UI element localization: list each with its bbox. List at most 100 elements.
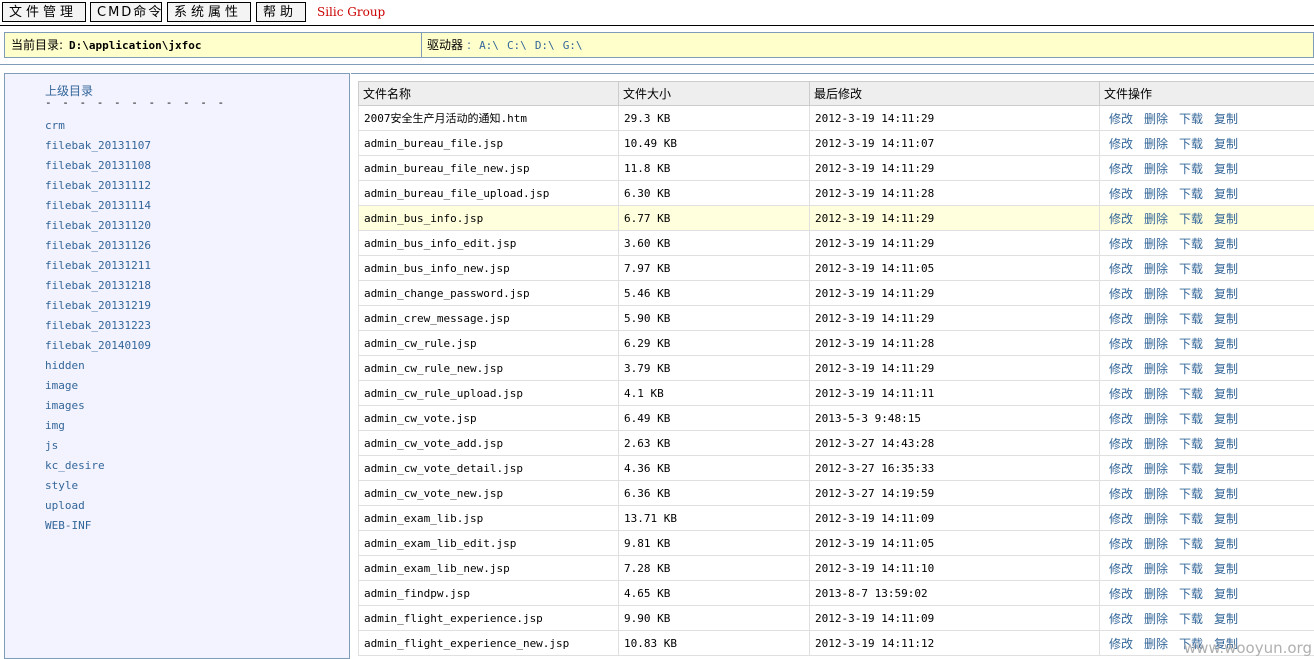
delete-file-link[interactable]: 删除 bbox=[1144, 137, 1168, 151]
edit-file-link[interactable]: 修改 bbox=[1109, 237, 1133, 251]
delete-file-link[interactable]: 删除 bbox=[1144, 412, 1168, 426]
copy-file-link[interactable]: 复制 bbox=[1214, 387, 1238, 401]
download-file-link[interactable]: 下载 bbox=[1179, 112, 1203, 126]
delete-file-link[interactable]: 删除 bbox=[1144, 337, 1168, 351]
delete-file-link[interactable]: 删除 bbox=[1144, 387, 1168, 401]
directory-link[interactable]: images bbox=[45, 396, 151, 416]
copy-file-link[interactable]: 复制 bbox=[1214, 187, 1238, 201]
directory-link[interactable]: filebak_20131218 bbox=[45, 276, 151, 296]
menu-file-manager-button[interactable]: 文件管理 bbox=[2, 2, 86, 22]
directory-link[interactable]: kc_desire bbox=[45, 456, 151, 476]
edit-file-link[interactable]: 修改 bbox=[1109, 112, 1133, 126]
download-file-link[interactable]: 下载 bbox=[1179, 237, 1203, 251]
delete-file-link[interactable]: 删除 bbox=[1144, 562, 1168, 576]
directory-link[interactable]: filebak_20131219 bbox=[45, 296, 151, 316]
download-file-link[interactable]: 下载 bbox=[1179, 212, 1203, 226]
copy-file-link[interactable]: 复制 bbox=[1214, 537, 1238, 551]
edit-file-link[interactable]: 修改 bbox=[1109, 137, 1133, 151]
copy-file-link[interactable]: 复制 bbox=[1214, 437, 1238, 451]
directory-link[interactable]: hidden bbox=[45, 356, 151, 376]
download-file-link[interactable]: 下载 bbox=[1179, 537, 1203, 551]
directory-link[interactable]: filebak_20131120 bbox=[45, 216, 151, 236]
menu-cmd-button[interactable]: CMD命令 bbox=[90, 2, 162, 22]
delete-file-link[interactable]: 删除 bbox=[1144, 587, 1168, 601]
copy-file-link[interactable]: 复制 bbox=[1214, 312, 1238, 326]
copy-file-link[interactable]: 复制 bbox=[1214, 462, 1238, 476]
download-file-link[interactable]: 下载 bbox=[1179, 362, 1203, 376]
directory-link[interactable]: crm bbox=[45, 116, 151, 136]
delete-file-link[interactable]: 删除 bbox=[1144, 612, 1168, 626]
edit-file-link[interactable]: 修改 bbox=[1109, 612, 1133, 626]
delete-file-link[interactable]: 删除 bbox=[1144, 537, 1168, 551]
delete-file-link[interactable]: 删除 bbox=[1144, 162, 1168, 176]
directory-link[interactable]: image bbox=[45, 376, 151, 396]
delete-file-link[interactable]: 删除 bbox=[1144, 287, 1168, 301]
directory-link[interactable]: filebak_20131223 bbox=[45, 316, 151, 336]
directory-link[interactable]: filebak_20140109 bbox=[45, 336, 151, 356]
delete-file-link[interactable]: 删除 bbox=[1144, 462, 1168, 476]
copy-file-link[interactable]: 复制 bbox=[1214, 112, 1238, 126]
edit-file-link[interactable]: 修改 bbox=[1109, 362, 1133, 376]
copy-file-link[interactable]: 复制 bbox=[1214, 412, 1238, 426]
edit-file-link[interactable]: 修改 bbox=[1109, 587, 1133, 601]
download-file-link[interactable]: 下载 bbox=[1179, 412, 1203, 426]
download-file-link[interactable]: 下载 bbox=[1179, 512, 1203, 526]
copy-file-link[interactable]: 复制 bbox=[1214, 612, 1238, 626]
download-file-link[interactable]: 下载 bbox=[1179, 612, 1203, 626]
edit-file-link[interactable]: 修改 bbox=[1109, 462, 1133, 476]
download-file-link[interactable]: 下载 bbox=[1179, 162, 1203, 176]
directory-link[interactable]: filebak_20131211 bbox=[45, 256, 151, 276]
download-file-link[interactable]: 下载 bbox=[1179, 437, 1203, 451]
directory-link[interactable]: img bbox=[45, 416, 151, 436]
edit-file-link[interactable]: 修改 bbox=[1109, 387, 1133, 401]
delete-file-link[interactable]: 删除 bbox=[1144, 362, 1168, 376]
directory-link[interactable]: filebak_20131126 bbox=[45, 236, 151, 256]
directory-link[interactable]: js bbox=[45, 436, 151, 456]
directory-link[interactable]: WEB-INF bbox=[45, 516, 151, 536]
edit-file-link[interactable]: 修改 bbox=[1109, 337, 1133, 351]
copy-file-link[interactable]: 复制 bbox=[1214, 562, 1238, 576]
download-file-link[interactable]: 下载 bbox=[1179, 262, 1203, 276]
download-file-link[interactable]: 下载 bbox=[1179, 487, 1203, 501]
drive-a-link[interactable]: A:\ bbox=[479, 39, 499, 52]
download-file-link[interactable]: 下载 bbox=[1179, 587, 1203, 601]
copy-file-link[interactable]: 复制 bbox=[1214, 137, 1238, 151]
copy-file-link[interactable]: 复制 bbox=[1214, 287, 1238, 301]
directory-link[interactable]: filebak_20131108 bbox=[45, 156, 151, 176]
directory-link[interactable]: filebak_20131112 bbox=[45, 176, 151, 196]
menu-system-properties-button[interactable]: 系统属性 bbox=[167, 2, 251, 22]
delete-file-link[interactable]: 删除 bbox=[1144, 512, 1168, 526]
delete-file-link[interactable]: 删除 bbox=[1144, 112, 1168, 126]
delete-file-link[interactable]: 删除 bbox=[1144, 262, 1168, 276]
edit-file-link[interactable]: 修改 bbox=[1109, 287, 1133, 301]
delete-file-link[interactable]: 删除 bbox=[1144, 237, 1168, 251]
drive-d-link[interactable]: D:\ bbox=[535, 39, 555, 52]
download-file-link[interactable]: 下载 bbox=[1179, 137, 1203, 151]
delete-file-link[interactable]: 删除 bbox=[1144, 637, 1168, 651]
edit-file-link[interactable]: 修改 bbox=[1109, 487, 1133, 501]
delete-file-link[interactable]: 删除 bbox=[1144, 312, 1168, 326]
delete-file-link[interactable]: 删除 bbox=[1144, 212, 1168, 226]
copy-file-link[interactable]: 复制 bbox=[1214, 212, 1238, 226]
download-file-link[interactable]: 下载 bbox=[1179, 387, 1203, 401]
download-file-link[interactable]: 下载 bbox=[1179, 187, 1203, 201]
copy-file-link[interactable]: 复制 bbox=[1214, 162, 1238, 176]
delete-file-link[interactable]: 删除 bbox=[1144, 187, 1168, 201]
directory-link[interactable]: filebak_20131114 bbox=[45, 196, 151, 216]
edit-file-link[interactable]: 修改 bbox=[1109, 312, 1133, 326]
edit-file-link[interactable]: 修改 bbox=[1109, 637, 1133, 651]
edit-file-link[interactable]: 修改 bbox=[1109, 412, 1133, 426]
copy-file-link[interactable]: 复制 bbox=[1214, 337, 1238, 351]
download-file-link[interactable]: 下载 bbox=[1179, 312, 1203, 326]
edit-file-link[interactable]: 修改 bbox=[1109, 537, 1133, 551]
delete-file-link[interactable]: 删除 bbox=[1144, 487, 1168, 501]
edit-file-link[interactable]: 修改 bbox=[1109, 562, 1133, 576]
drive-c-link[interactable]: C:\ bbox=[507, 39, 527, 52]
drive-g-link[interactable]: G:\ bbox=[563, 39, 583, 52]
menu-help-button[interactable]: 帮助 bbox=[256, 2, 306, 22]
copy-file-link[interactable]: 复制 bbox=[1214, 587, 1238, 601]
edit-file-link[interactable]: 修改 bbox=[1109, 262, 1133, 276]
download-file-link[interactable]: 下载 bbox=[1179, 337, 1203, 351]
copy-file-link[interactable]: 复制 bbox=[1214, 512, 1238, 526]
copy-file-link[interactable]: 复制 bbox=[1214, 487, 1238, 501]
